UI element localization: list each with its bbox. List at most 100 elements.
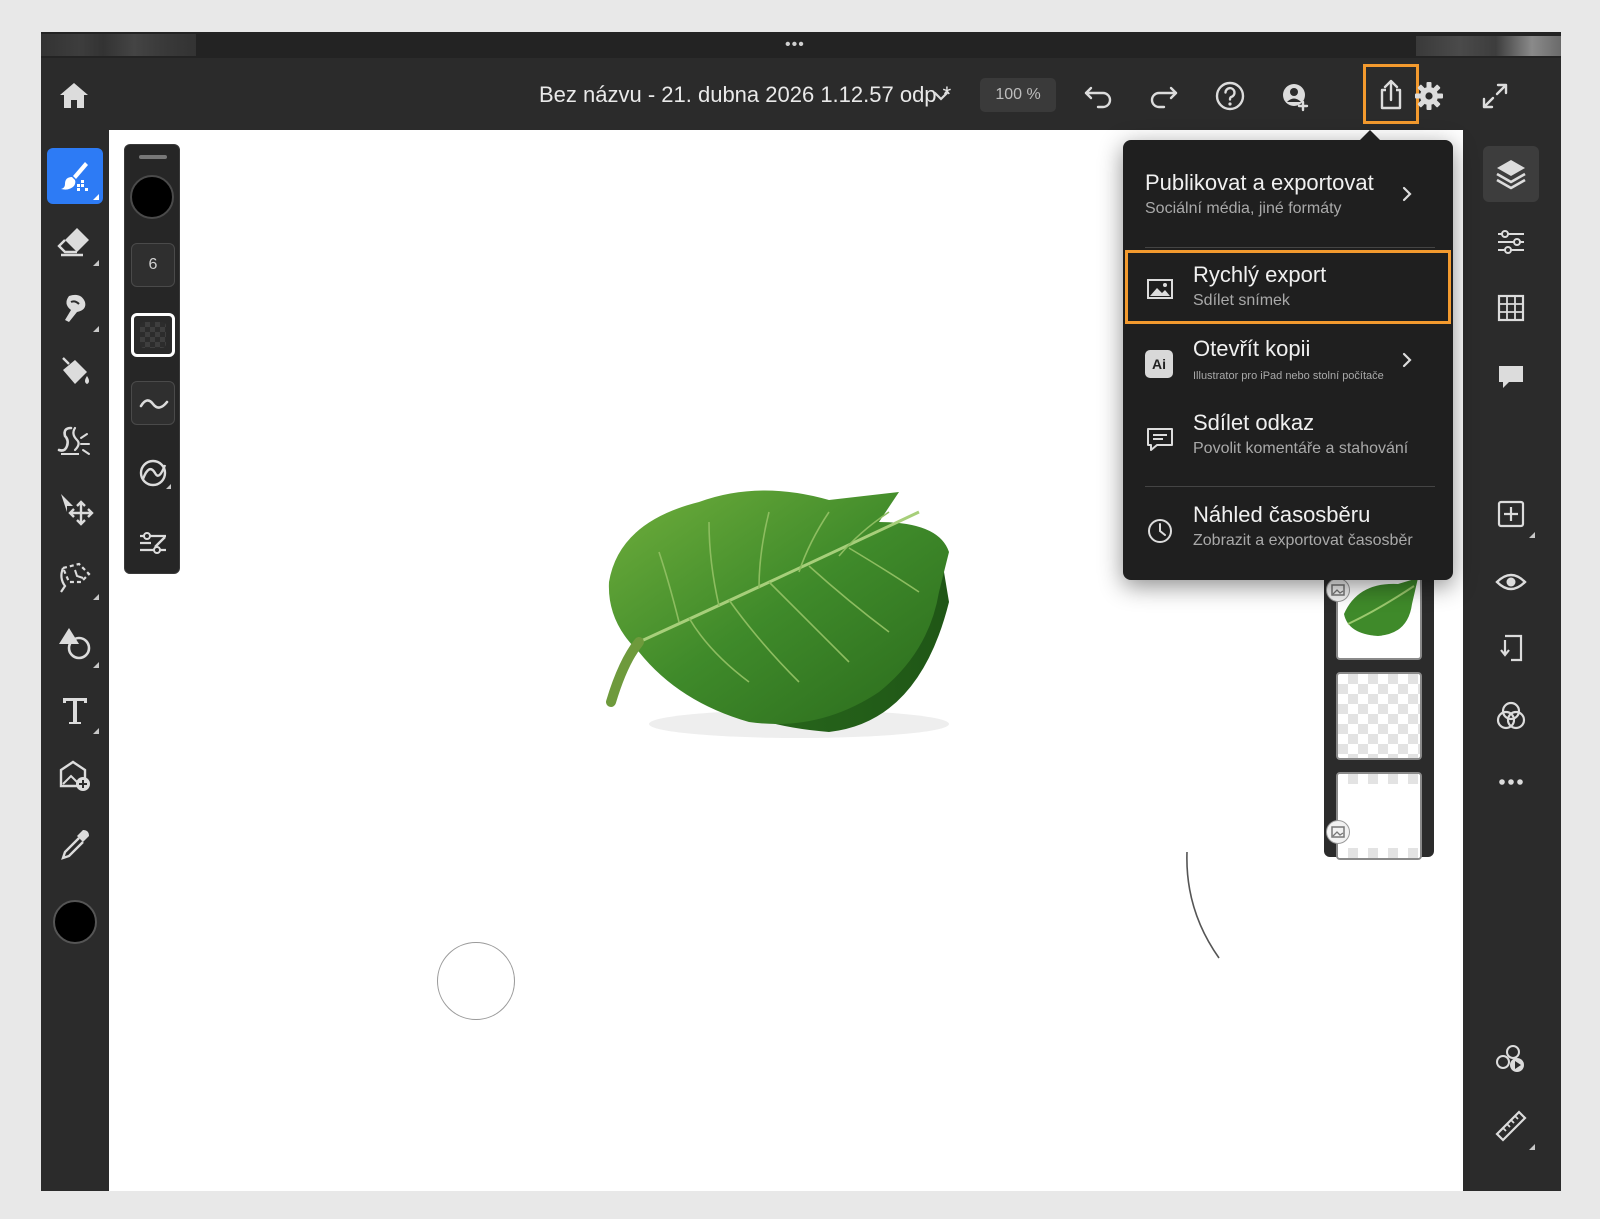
blend-mode-button[interactable] — [1483, 688, 1539, 744]
invite-user-icon — [1283, 84, 1309, 112]
image-icon — [1143, 272, 1177, 306]
clock-icon — [1143, 514, 1177, 548]
smudge-icon — [65, 294, 86, 322]
layer-type-badge — [1326, 578, 1350, 602]
right-toolbar — [1463, 130, 1561, 1191]
menu-item-subtitle: Sociální média, jiné formáty — [1145, 200, 1342, 217]
redo-button[interactable] — [1144, 76, 1184, 116]
menu-item-quick-export[interactable]: Rychlý export Sdílet snímek — [1123, 262, 1453, 322]
share-export-button[interactable] — [1371, 76, 1411, 116]
thumbnail-bottom-checker — [1338, 848, 1420, 858]
brush-opacity-control[interactable] — [131, 313, 175, 357]
illustrator-icon: Ai — [1145, 350, 1173, 378]
text-icon — [63, 698, 87, 724]
zoom-level[interactable]: 100 % — [980, 78, 1056, 112]
title-menu-button[interactable] — [929, 86, 953, 106]
comments-button[interactable] — [1483, 348, 1539, 404]
panel-drag-handle[interactable] — [139, 155, 167, 159]
comment-share-icon — [1143, 422, 1177, 456]
image-icon — [1331, 584, 1345, 596]
lasso-select-tool[interactable] — [47, 548, 103, 604]
status-right-blurred — [1416, 36, 1561, 56]
menu-item-timelapse-preview[interactable]: Náhled časosběru Zobrazit a exportovat č… — [1123, 502, 1453, 562]
help-icon — [1215, 81, 1245, 111]
app-window: ••• Bez názvu - 21. dubna 2026 1.12.57 o… — [41, 32, 1561, 1191]
brush-color-swatch[interactable] — [130, 175, 174, 219]
share-export-icon — [1380, 79, 1402, 110]
menu-item-subtitle: Sdílet snímek — [1193, 292, 1290, 309]
menu-caret — [1359, 130, 1381, 141]
undo-button[interactable] — [1078, 76, 1118, 116]
multitasking-dots-icon[interactable]: ••• — [785, 37, 805, 53]
leaf-image — [606, 490, 949, 738]
menu-item-subtitle: Povolit komentáře a stahování — [1193, 440, 1409, 457]
layer-type-badge — [1326, 820, 1350, 844]
visibility-eye-icon — [1495, 573, 1527, 591]
image-icon — [1331, 826, 1345, 838]
liquify-tool[interactable] — [47, 412, 103, 468]
menu-item-title: Publikovat a exportovat — [1145, 170, 1374, 195]
ruler-icon — [1495, 1110, 1527, 1142]
layer-thumbnail-empty[interactable] — [1336, 672, 1422, 760]
menu-item-title: Náhled časosběru — [1193, 502, 1371, 527]
menu-item-publish-export[interactable]: Publikovat a exportovat Sociální média, … — [1123, 170, 1453, 230]
invite-button[interactable] — [1276, 76, 1316, 116]
settings-button[interactable] — [1409, 76, 1449, 116]
layers-button[interactable] — [1483, 146, 1539, 202]
undo-icon — [1084, 86, 1112, 109]
fullscreen-icon — [1482, 83, 1508, 109]
place-image-tool[interactable] — [47, 748, 103, 804]
text-tool[interactable] — [47, 682, 103, 738]
move-tool[interactable] — [47, 480, 103, 536]
brush-settings-button[interactable] — [131, 521, 175, 565]
settings-gear-icon — [1415, 82, 1443, 110]
tool-options-indicator — [1529, 532, 1535, 538]
menu-item-title: Sdílet odkaz — [1193, 410, 1315, 435]
menu-divider — [1145, 486, 1435, 487]
shape-icon — [59, 628, 91, 660]
tool-options-indicator — [93, 728, 99, 734]
home-icon — [60, 83, 88, 108]
move-transform-icon — [61, 494, 94, 526]
fullscreen-button[interactable] — [1475, 76, 1515, 116]
add-layer-button[interactable] — [1483, 486, 1539, 542]
share-export-menu: Publikovat a exportovat Sociální média, … — [1123, 130, 1453, 580]
brush-icon — [61, 162, 88, 191]
brush-tool[interactable] — [47, 148, 103, 204]
left-toolbar — [41, 130, 109, 1191]
layers-panel — [1324, 562, 1434, 860]
layer-visibility-button[interactable] — [1483, 554, 1539, 610]
tool-options-indicator — [93, 594, 99, 600]
liquify-icon — [57, 426, 90, 455]
eyedropper-tool[interactable] — [47, 816, 103, 872]
ruler-button[interactable] — [1483, 1098, 1539, 1154]
brush-smoothing-control[interactable] — [131, 381, 175, 425]
redo-icon — [1150, 86, 1178, 109]
help-button[interactable] — [1210, 76, 1250, 116]
fill-tool[interactable] — [47, 346, 103, 402]
brush-size-control[interactable]: 6 — [131, 243, 175, 287]
brush-pressure-control[interactable] — [131, 451, 175, 495]
merge-down-button[interactable] — [1483, 620, 1539, 676]
fill-bucket-icon — [62, 357, 89, 384]
lasso-select-icon — [60, 562, 91, 593]
document-title[interactable]: Bez názvu - 21. dubna 2026 1.12.57 odp * — [539, 82, 951, 108]
home-button[interactable] — [55, 78, 93, 112]
smudge-tool[interactable] — [47, 280, 103, 336]
brush-cursor-circle — [437, 942, 515, 1020]
more-options-button[interactable] — [1483, 754, 1539, 810]
grid-button[interactable] — [1483, 280, 1539, 336]
smoothing-wave-icon — [139, 399, 169, 409]
menu-item-share-link[interactable]: Sdílet odkaz Povolit komentáře a stahová… — [1123, 410, 1453, 470]
chevron-right-icon — [1395, 182, 1419, 206]
timelapse-button[interactable] — [1483, 1030, 1539, 1086]
shape-tool[interactable] — [47, 616, 103, 672]
layer-thumbnail-background[interactable] — [1336, 772, 1422, 860]
adjustments-button[interactable] — [1483, 214, 1539, 270]
eraser-tool[interactable] — [47, 214, 103, 270]
foreground-color-swatch[interactable] — [53, 900, 97, 944]
timelapse-icon — [1496, 1045, 1524, 1072]
brush-settings-panel: 6 — [124, 144, 180, 574]
grid-icon — [1497, 294, 1525, 322]
menu-item-open-copy[interactable]: Ai Otevřít kopii Illustrator pro iPad ne… — [1123, 336, 1453, 396]
